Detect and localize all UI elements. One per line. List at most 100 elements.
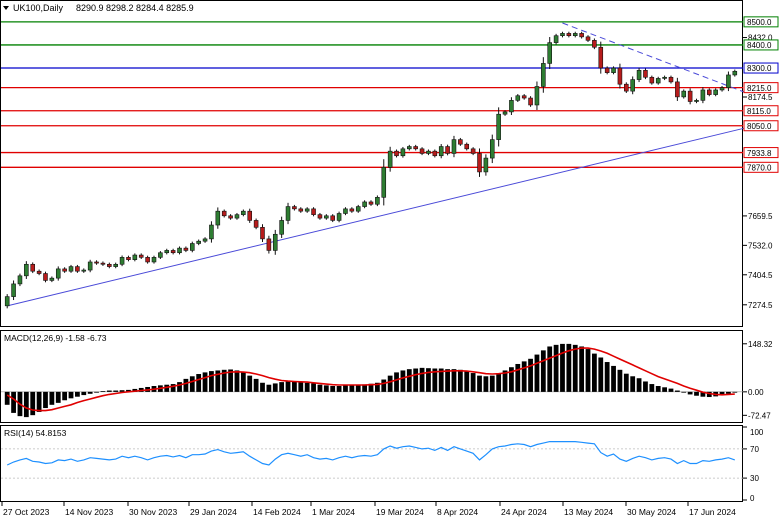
candle-body	[62, 268, 67, 272]
candle-body	[368, 201, 374, 205]
macd-bar	[177, 382, 182, 392]
candle-body	[413, 146, 418, 150]
time-tick-label-1: 14 Nov 2023	[65, 507, 113, 517]
macd-bar	[189, 376, 195, 392]
candle-body	[36, 270, 42, 274]
rsi-panel[interactable]	[0, 425, 743, 502]
candle-body	[719, 87, 725, 91]
candle[interactable]	[553, 33, 559, 45]
level-label-7: 7870.0	[747, 164, 772, 173]
candle-body	[477, 153, 482, 173]
candle-body	[553, 35, 559, 43]
candle-body	[470, 148, 476, 154]
macd-bar	[75, 391, 80, 397]
candle-body	[292, 206, 297, 210]
candle[interactable]	[190, 241, 195, 253]
candle[interactable]	[400, 146, 406, 158]
candle[interactable]	[643, 68, 648, 80]
candle-body	[209, 224, 214, 240]
candle-body	[438, 146, 444, 157]
candle[interactable]	[119, 255, 125, 267]
candle-body	[451, 139, 457, 154]
macd-bar	[49, 391, 55, 405]
macd-bar	[687, 391, 693, 395]
candle-body	[253, 220, 259, 228]
macd-bar	[394, 372, 399, 392]
macd-bar	[387, 375, 393, 392]
time-tick-label-4: 14 Feb 2024	[253, 507, 301, 517]
macd-bar	[534, 354, 540, 392]
candle[interactable]	[43, 271, 48, 283]
candle[interactable]	[336, 211, 342, 223]
candle-body	[560, 33, 565, 37]
macd-bar	[202, 372, 208, 392]
macd-bar	[636, 378, 642, 392]
trading-chart[interactable]: 8432.08174.57659.57532.07404.57274.5 850…	[0, 0, 780, 520]
candle-body	[234, 214, 240, 219]
candle[interactable]	[30, 262, 36, 274]
macd-tick-label-2: -72.47	[748, 411, 771, 420]
candle-body	[11, 283, 16, 297]
candle-body	[228, 215, 233, 219]
candle-body	[713, 89, 718, 95]
rsi-tick-label-2: 30	[750, 474, 759, 483]
candle-body	[732, 70, 738, 76]
candle-body	[579, 33, 584, 38]
macd-bar	[489, 375, 495, 392]
candle-body	[604, 67, 610, 73]
macd-bar	[62, 391, 68, 401]
candle-body	[285, 206, 291, 221]
candle-body	[381, 167, 387, 198]
candle[interactable]	[528, 96, 533, 107]
macd-bar	[560, 343, 565, 392]
candle-body	[426, 150, 431, 154]
time-tick-label-9: 13 May 2024	[564, 507, 613, 517]
candle-body	[170, 250, 176, 254]
macd-bar	[336, 386, 342, 392]
candle-body	[68, 266, 74, 272]
candle-body	[432, 150, 438, 157]
candle[interactable]	[445, 144, 450, 156]
macd-bar	[323, 385, 329, 392]
candle-body	[24, 263, 29, 277]
candle-body	[343, 208, 348, 214]
macd-bar	[496, 373, 502, 392]
candle[interactable]	[649, 75, 655, 85]
candle-body	[489, 139, 495, 159]
candle[interactable]	[311, 207, 316, 217]
candle-body	[726, 74, 731, 88]
time-tick-label-11: 17 Jun 2024	[689, 507, 736, 517]
macd-bar	[674, 390, 680, 392]
candle-body	[694, 100, 699, 102]
macd-bar	[604, 362, 610, 392]
time-tick-label-8: 24 Apr 2024	[501, 507, 547, 517]
macd-bar	[253, 378, 259, 392]
candle-body	[598, 46, 604, 69]
candle-body	[215, 210, 221, 226]
candle-body	[330, 215, 335, 221]
candle-body	[304, 208, 310, 212]
candle-body	[75, 266, 80, 272]
candle-body	[649, 76, 655, 84]
candle[interactable]	[681, 89, 687, 99]
level-label-6: 7933.8	[747, 149, 772, 158]
macd-bar	[43, 391, 48, 409]
macd-bar	[681, 391, 687, 393]
candle[interactable]	[375, 195, 380, 207]
candle-body	[375, 197, 380, 205]
candle-body	[266, 238, 272, 251]
candle-body	[528, 97, 533, 106]
candle[interactable]	[624, 82, 629, 93]
candle[interactable]	[253, 218, 259, 230]
macd-bar	[11, 391, 16, 413]
macd-bar	[553, 344, 559, 392]
candle-body	[132, 254, 138, 260]
candle-body	[241, 210, 246, 215]
macd-bar	[87, 391, 93, 394]
macd-bar	[579, 346, 585, 392]
candle[interactable]	[592, 38, 597, 50]
candle-body	[190, 243, 195, 251]
candle-body	[177, 247, 182, 254]
macd-bar	[521, 361, 527, 392]
candle-body	[566, 33, 572, 37]
